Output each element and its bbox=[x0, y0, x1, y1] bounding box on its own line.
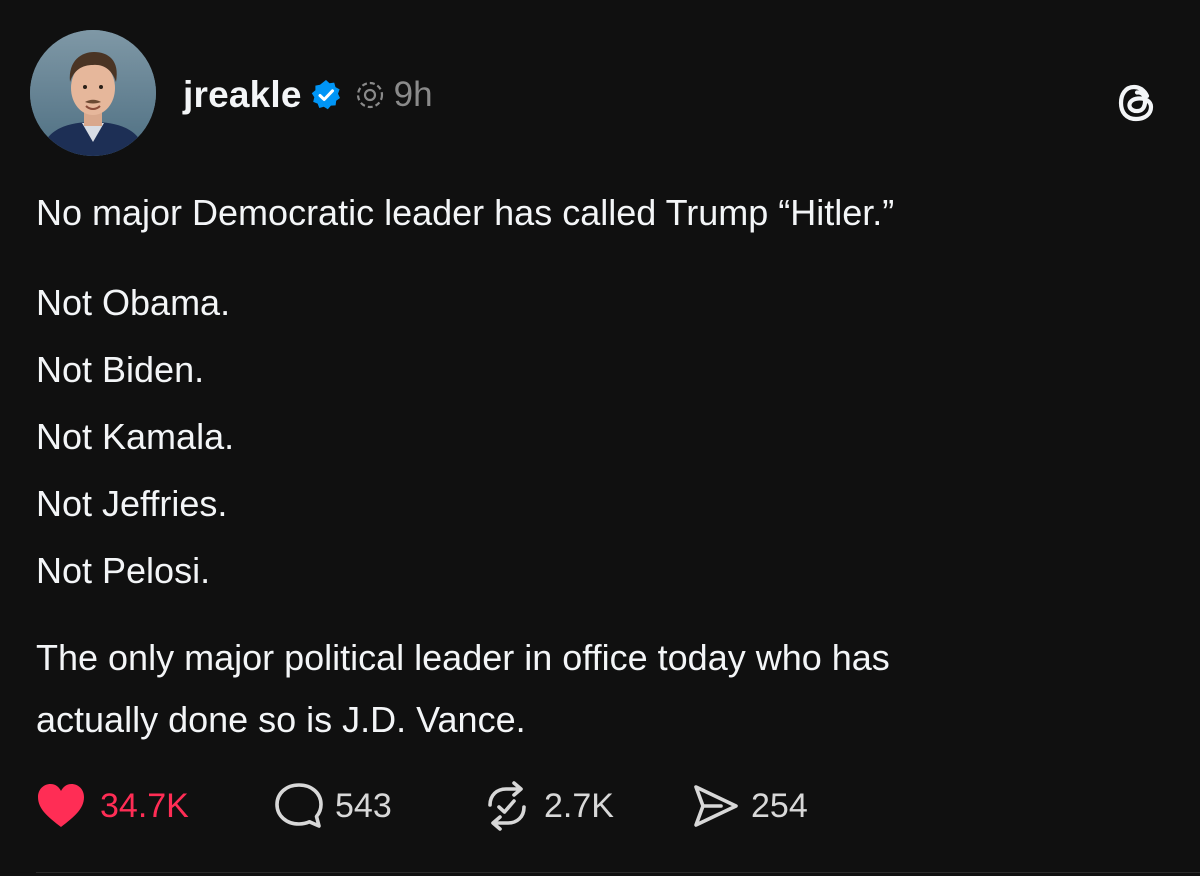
post-time: 9h bbox=[393, 75, 433, 114]
divider bbox=[36, 872, 1200, 873]
threads-post: jreakle 9h No major Democratic leader ha… bbox=[0, 0, 1200, 876]
avatar[interactable] bbox=[30, 30, 156, 156]
post-text-line: actually done so is J.D. Vance. bbox=[36, 699, 526, 740]
speech-bubble-icon bbox=[273, 781, 325, 831]
post-header: jreakle 9h bbox=[183, 70, 433, 120]
repost-count: 2.7K bbox=[544, 786, 614, 825]
share-button[interactable]: 254 bbox=[691, 780, 808, 832]
post-text-line: The only major political leader in offic… bbox=[36, 637, 890, 678]
post-text-line: Not Obama. bbox=[36, 282, 231, 323]
share-count: 254 bbox=[751, 786, 808, 825]
reply-button[interactable]: 543 bbox=[273, 780, 392, 832]
post-text-line: Not Pelosi. bbox=[36, 550, 211, 591]
post-text-line: Not Jeffries. bbox=[36, 483, 228, 524]
send-icon bbox=[691, 782, 741, 830]
like-button[interactable]: 34.7K bbox=[36, 780, 189, 832]
post-text-line: No major Democratic leader has called Tr… bbox=[36, 192, 895, 233]
post-text-line: Not Biden. bbox=[36, 349, 205, 390]
threads-via-icon bbox=[354, 79, 386, 111]
heart-icon bbox=[36, 783, 86, 829]
repost-icon bbox=[480, 781, 534, 831]
post-text-line: Not Kamala. bbox=[36, 416, 235, 457]
username[interactable]: jreakle bbox=[183, 74, 302, 116]
verified-badge-icon bbox=[310, 79, 342, 111]
reply-count: 543 bbox=[335, 786, 392, 825]
like-count: 34.7K bbox=[100, 786, 189, 825]
threads-logo-icon[interactable] bbox=[1113, 78, 1163, 128]
repost-button[interactable]: 2.7K bbox=[480, 780, 614, 832]
